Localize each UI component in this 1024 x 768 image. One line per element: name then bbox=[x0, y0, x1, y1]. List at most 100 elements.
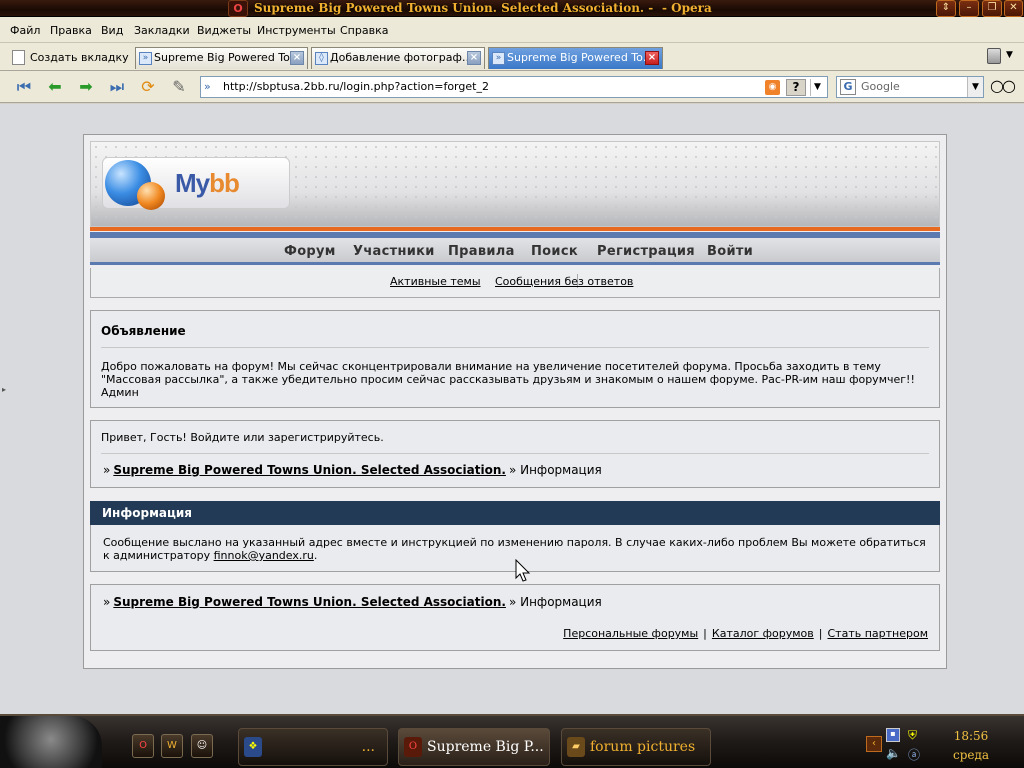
tab-bar: Создать вкладку » Supreme Big Powered To… bbox=[0, 43, 1024, 71]
menu-edit[interactable]: Правка bbox=[50, 24, 92, 37]
forum-nav: Форум Участники Правила Поиск Регистраци… bbox=[90, 238, 940, 265]
info-icon[interactable]: ⓐ bbox=[908, 746, 920, 763]
menu-tools[interactable]: Инструменты bbox=[257, 24, 336, 37]
fast-forward-icon[interactable]: ⏭ bbox=[106, 76, 128, 98]
new-tab-label: Создать вкладку bbox=[30, 51, 129, 64]
breadcrumb-current: » Информация bbox=[508, 595, 602, 609]
menu-help[interactable]: Справка bbox=[340, 24, 388, 37]
rss-icon[interactable]: ◉ bbox=[765, 80, 780, 95]
reload-icon[interactable]: ⟳ bbox=[137, 76, 159, 98]
page-icon: » bbox=[139, 52, 152, 65]
menu-widgets[interactable]: Виджеты bbox=[197, 24, 251, 37]
start-button[interactable] bbox=[0, 716, 102, 768]
mybb-logo[interactable]: Mybb bbox=[102, 157, 290, 210]
tab-3-active[interactable]: » Supreme Big Powered To… × bbox=[488, 47, 663, 69]
breadcrumb-forum-link[interactable]: Supreme Big Powered Towns Union. Selecte… bbox=[113, 595, 506, 609]
menu-bookmarks[interactable]: Закладки bbox=[134, 24, 190, 37]
new-document-icon bbox=[12, 50, 25, 65]
window-restore-button[interactable]: ❐ bbox=[982, 0, 1002, 17]
tab-label: Supreme Big Powered To… bbox=[154, 51, 301, 64]
back-icon[interactable]: ⬅ bbox=[44, 76, 66, 98]
window-minimize-button[interactable]: – bbox=[959, 0, 979, 17]
forward-icon[interactable]: ➡ bbox=[75, 76, 97, 98]
google-icon: G bbox=[840, 79, 856, 95]
taskbar-item-forum-pictures[interactable]: ▰ forum pictures bbox=[561, 728, 711, 766]
personal-forums-link[interactable]: Персональные форумы bbox=[563, 627, 698, 640]
footer-links: Персональные форумы | Каталог форумов | Стат… bbox=[563, 627, 928, 640]
page-icon: » bbox=[204, 80, 211, 93]
help-icon[interactable]: ? bbox=[786, 79, 806, 96]
tab-1[interactable]: » Supreme Big Powered To… × bbox=[135, 47, 308, 69]
chevron-down-icon[interactable]: ▼ bbox=[810, 79, 824, 96]
admin-email-link[interactable]: finnok@yandex.ru bbox=[214, 549, 314, 562]
announcement-text: Добро пожаловать на форум! Мы сейчас ско… bbox=[101, 360, 915, 399]
nav-register[interactable]: Регистрация bbox=[597, 244, 695, 259]
search-field[interactable]: G Google ▼ bbox=[836, 76, 984, 98]
nav-rules[interactable]: Правила bbox=[448, 244, 515, 259]
taskbar-item-opera[interactable]: O Supreme Big P... bbox=[398, 728, 550, 766]
logo-ball-small-icon bbox=[137, 182, 165, 210]
breadcrumb-separator: » bbox=[103, 463, 111, 477]
divider bbox=[101, 347, 929, 348]
url-text[interactable]: http://sbptusa.2bb.ru/login.php?action=f… bbox=[223, 77, 489, 97]
opera-icon[interactable]: O bbox=[228, 0, 248, 17]
menu-view[interactable]: Вид bbox=[101, 24, 123, 37]
clock[interactable]: 18:56 среда bbox=[936, 726, 1022, 766]
breadcrumb: » Supreme Big Powered Towns Union. Select… bbox=[103, 595, 602, 609]
breadcrumb-forum-link[interactable]: Supreme Big Powered Towns Union. Selecte… bbox=[113, 463, 506, 477]
panel-toggle-icon[interactable]: ▸ bbox=[2, 385, 6, 394]
window-title: Supreme Big Powered Towns Union. Selecte… bbox=[254, 1, 654, 15]
volume-icon[interactable]: 🔈 bbox=[886, 746, 901, 760]
logo-text: Mybb bbox=[175, 168, 240, 198]
folder-icon: ▰ bbox=[567, 737, 585, 757]
clock-time: 18:56 bbox=[953, 729, 989, 743]
chevron-down-icon[interactable]: ▼ bbox=[1006, 50, 1013, 60]
close-tab-icon[interactable]: × bbox=[645, 51, 659, 65]
page-icon: ◊ bbox=[315, 52, 328, 65]
tab-2[interactable]: ◊ Добавление фотограф… × bbox=[311, 47, 485, 69]
taskbar-item-1[interactable]: ❖ ... bbox=[238, 728, 388, 766]
nav-login[interactable]: Войти bbox=[707, 244, 753, 259]
opera-icon: O bbox=[404, 737, 422, 757]
close-tab-icon[interactable]: × bbox=[290, 51, 304, 65]
navigation-toolbar: ⏮ ⬅ ➡ ⏭ ⟳ ✎ » http://sbptusa.2bb.ru/logi… bbox=[0, 71, 1024, 103]
nav-search[interactable]: Поиск bbox=[531, 244, 578, 259]
window-shade-button[interactable]: ⇕ bbox=[936, 0, 956, 17]
footer-box: » Supreme Big Powered Towns Union. Select… bbox=[90, 584, 940, 651]
windows-icon: ❖ bbox=[244, 737, 262, 757]
opera-quicklaunch-icon[interactable]: O bbox=[132, 734, 154, 758]
window-close-button[interactable]: ✕ bbox=[1004, 0, 1023, 17]
forum-subnav: Активные темы Сообщения без ответов bbox=[90, 268, 940, 298]
shield-icon[interactable]: ⛨ bbox=[908, 728, 917, 743]
forum-catalog-link[interactable]: Каталог форумов bbox=[712, 627, 814, 640]
close-tab-icon[interactable]: × bbox=[467, 51, 481, 65]
game-quicklaunch-icon[interactable]: W bbox=[161, 734, 183, 758]
nav-forum[interactable]: Форум bbox=[284, 244, 336, 259]
user-quicklaunch-icon[interactable]: ☺ bbox=[191, 734, 213, 758]
info-header: Информация bbox=[90, 501, 940, 525]
unanswered-posts-link[interactable]: Сообщения без ответов bbox=[495, 275, 633, 288]
mouse-cursor-icon bbox=[515, 559, 531, 582]
menu-file[interactable]: Файл bbox=[10, 24, 40, 37]
tray-expand-icon[interactable]: ‹ bbox=[866, 736, 882, 752]
announcement-box: Объявление Добро пожаловать на форум! Мы… bbox=[90, 310, 940, 408]
divider bbox=[101, 453, 929, 454]
trash-can-icon[interactable] bbox=[987, 48, 1001, 64]
breadcrumb-current: » Информация bbox=[508, 463, 602, 477]
guest-greeting: Привет, Гость! Войдите или зарегистрируй… bbox=[101, 431, 384, 444]
system-tray: ▪ ⛨ 🔈 ⓐ bbox=[886, 726, 936, 766]
page-icon: » bbox=[492, 52, 505, 65]
breadcrumb-separator: » bbox=[103, 595, 111, 609]
header-stripe bbox=[90, 227, 940, 231]
network-icon[interactable]: ▪ bbox=[886, 728, 900, 742]
window-title-bar[interactable]: O Supreme Big Powered Towns Union. Selec… bbox=[0, 0, 1024, 17]
glasses-icon[interactable]: ○○ bbox=[990, 76, 1016, 95]
become-partner-link[interactable]: Стать партнером bbox=[827, 627, 928, 640]
rewind-icon[interactable]: ⏮ bbox=[13, 76, 35, 98]
edit-icon[interactable]: ✎ bbox=[168, 76, 190, 98]
chevron-down-icon[interactable]: ▼ bbox=[967, 77, 983, 97]
active-topics-link[interactable]: Активные темы bbox=[390, 275, 481, 288]
address-field[interactable]: » http://sbptusa.2bb.ru/login.php?action… bbox=[200, 76, 828, 98]
new-tab-button[interactable]: Создать вкладку bbox=[8, 46, 133, 69]
nav-members[interactable]: Участники bbox=[353, 244, 435, 259]
